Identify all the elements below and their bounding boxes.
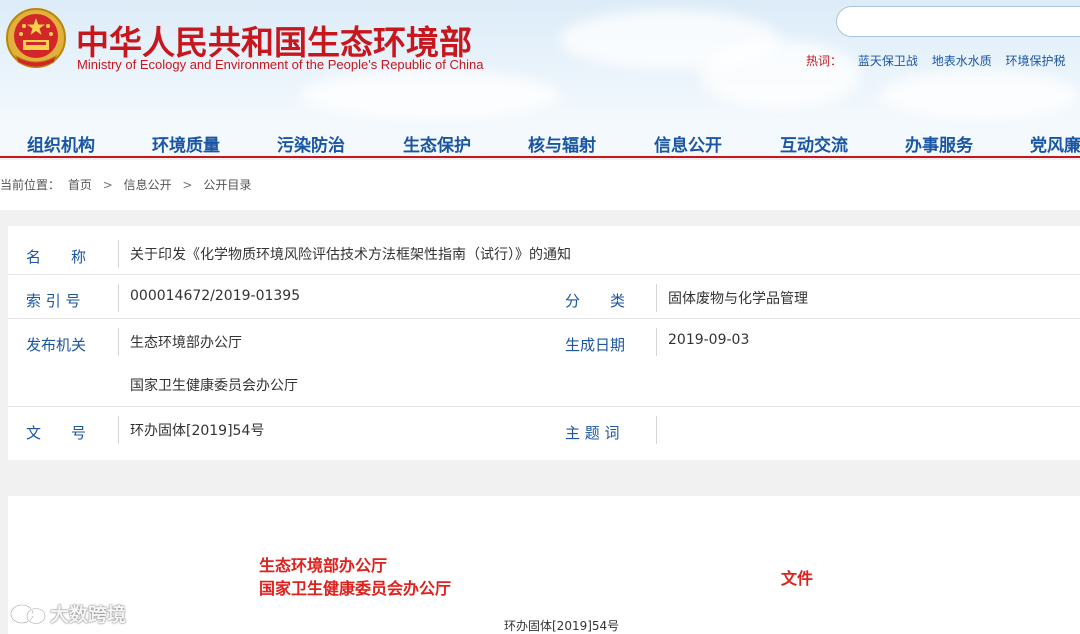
column-divider <box>118 240 119 268</box>
site-title-en[interactable]: Ministry of Ecology and Environment of t… <box>77 57 483 72</box>
breadcrumb-separator: > <box>102 178 113 192</box>
main-nav: 组织机构 环境质量 污染防治 生态保护 核与辐射 信息公开 互动交流 办事服务 … <box>0 122 1080 158</box>
row-divider <box>8 274 1080 275</box>
docno-label: 文 号 <box>26 424 87 442</box>
wechat-logo-icon <box>9 603 47 625</box>
hot-words: 热词： 蓝天保卫战 地表水水质 环境保护税 <box>806 52 1076 69</box>
nav-item-pollution[interactable]: 污染防治 <box>277 131 345 156</box>
date-value: 2019-09-03 <box>668 332 750 348</box>
keywords-label: 主 题 词 <box>565 424 620 442</box>
national-emblem-icon[interactable] <box>4 6 68 72</box>
column-divider <box>118 416 119 444</box>
column-divider <box>656 284 657 312</box>
breadcrumb-prefix: 当前位置： <box>0 178 61 192</box>
breadcrumb: 当前位置： 首页 > 信息公开 > 公开目录 <box>0 176 255 193</box>
docno-value: 环办固体[2019]54号 <box>130 423 265 439</box>
name-label: 名 称 <box>26 248 87 266</box>
column-divider <box>118 284 119 312</box>
nav-item-organization[interactable]: 组织机构 <box>27 131 95 156</box>
site-header: 中华人民共和国生态环境部 Ministry of Ecology and Env… <box>0 0 1080 122</box>
cloud-decoration <box>300 70 560 120</box>
cloud-decoration <box>880 70 1080 120</box>
document-body: 生态环境部办公厅 国家卫生健康委员会办公厅 文件 环办固体[2019]54号 <box>8 496 1080 634</box>
column-divider <box>656 416 657 444</box>
breadcrumb-bar: 当前位置： 首页 > 信息公开 > 公开目录 <box>0 160 1080 210</box>
breadcrumb-catalog[interactable]: 公开目录 <box>203 178 251 192</box>
index-value: 000014672/2019-01395 <box>130 288 301 304</box>
nav-item-info-public[interactable]: 信息公开 <box>654 131 722 156</box>
nav-item-env-quality[interactable]: 环境质量 <box>152 131 220 156</box>
nav-item-interaction[interactable]: 互动交流 <box>780 131 848 156</box>
watermark-text: 大数跨境 <box>50 604 127 626</box>
nav-item-ecology[interactable]: 生态保护 <box>403 131 471 156</box>
hot-link-surface-water[interactable]: 地表水水质 <box>932 54 992 68</box>
column-divider <box>656 328 657 356</box>
doc-issuer-2: 国家卫生健康委员会办公厅 <box>259 579 452 598</box>
row-divider <box>8 406 1080 407</box>
doc-number: 环办固体[2019]54号 <box>504 619 620 633</box>
index-label: 索 引 号 <box>26 292 81 310</box>
hot-link-env-tax[interactable]: 环境保护税 <box>1006 54 1066 68</box>
date-label: 生成日期 <box>565 336 626 354</box>
cloud-decoration <box>700 40 860 110</box>
issuer-value-1: 生态环境部办公厅 <box>130 335 242 351</box>
watermark: 大数跨境 <box>8 600 126 627</box>
nav-item-party[interactable]: 党风廉 <box>1030 131 1080 156</box>
category-value: 固体废物与化学品管理 <box>668 291 808 307</box>
doc-issuer-1: 生态环境部办公厅 <box>259 556 388 575</box>
hot-link-blue-sky[interactable]: 蓝天保卫战 <box>858 54 918 68</box>
nav-item-nuclear[interactable]: 核与辐射 <box>528 131 596 156</box>
hot-words-label: 热词： <box>806 54 843 68</box>
breadcrumb-info-public[interactable]: 信息公开 <box>124 178 172 192</box>
row-divider <box>8 318 1080 319</box>
doc-word: 文件 <box>781 569 814 588</box>
info-table: 名 称 关于印发《化学物质环境风险评估技术方法框架性指南（试行）》的通知 索 引… <box>8 226 1080 460</box>
search-input[interactable] <box>836 6 1080 37</box>
breadcrumb-separator: > <box>182 178 193 192</box>
issuer-value-2: 国家卫生健康委员会办公厅 <box>130 378 298 394</box>
name-value: 关于印发《化学物质环境风险评估技术方法框架性指南（试行）》的通知 <box>130 247 571 263</box>
breadcrumb-home[interactable]: 首页 <box>68 178 92 192</box>
nav-item-services[interactable]: 办事服务 <box>905 131 973 156</box>
issuer-label: 发布机关 <box>26 336 87 354</box>
column-divider <box>118 328 119 356</box>
category-label: 分 类 <box>565 292 626 310</box>
